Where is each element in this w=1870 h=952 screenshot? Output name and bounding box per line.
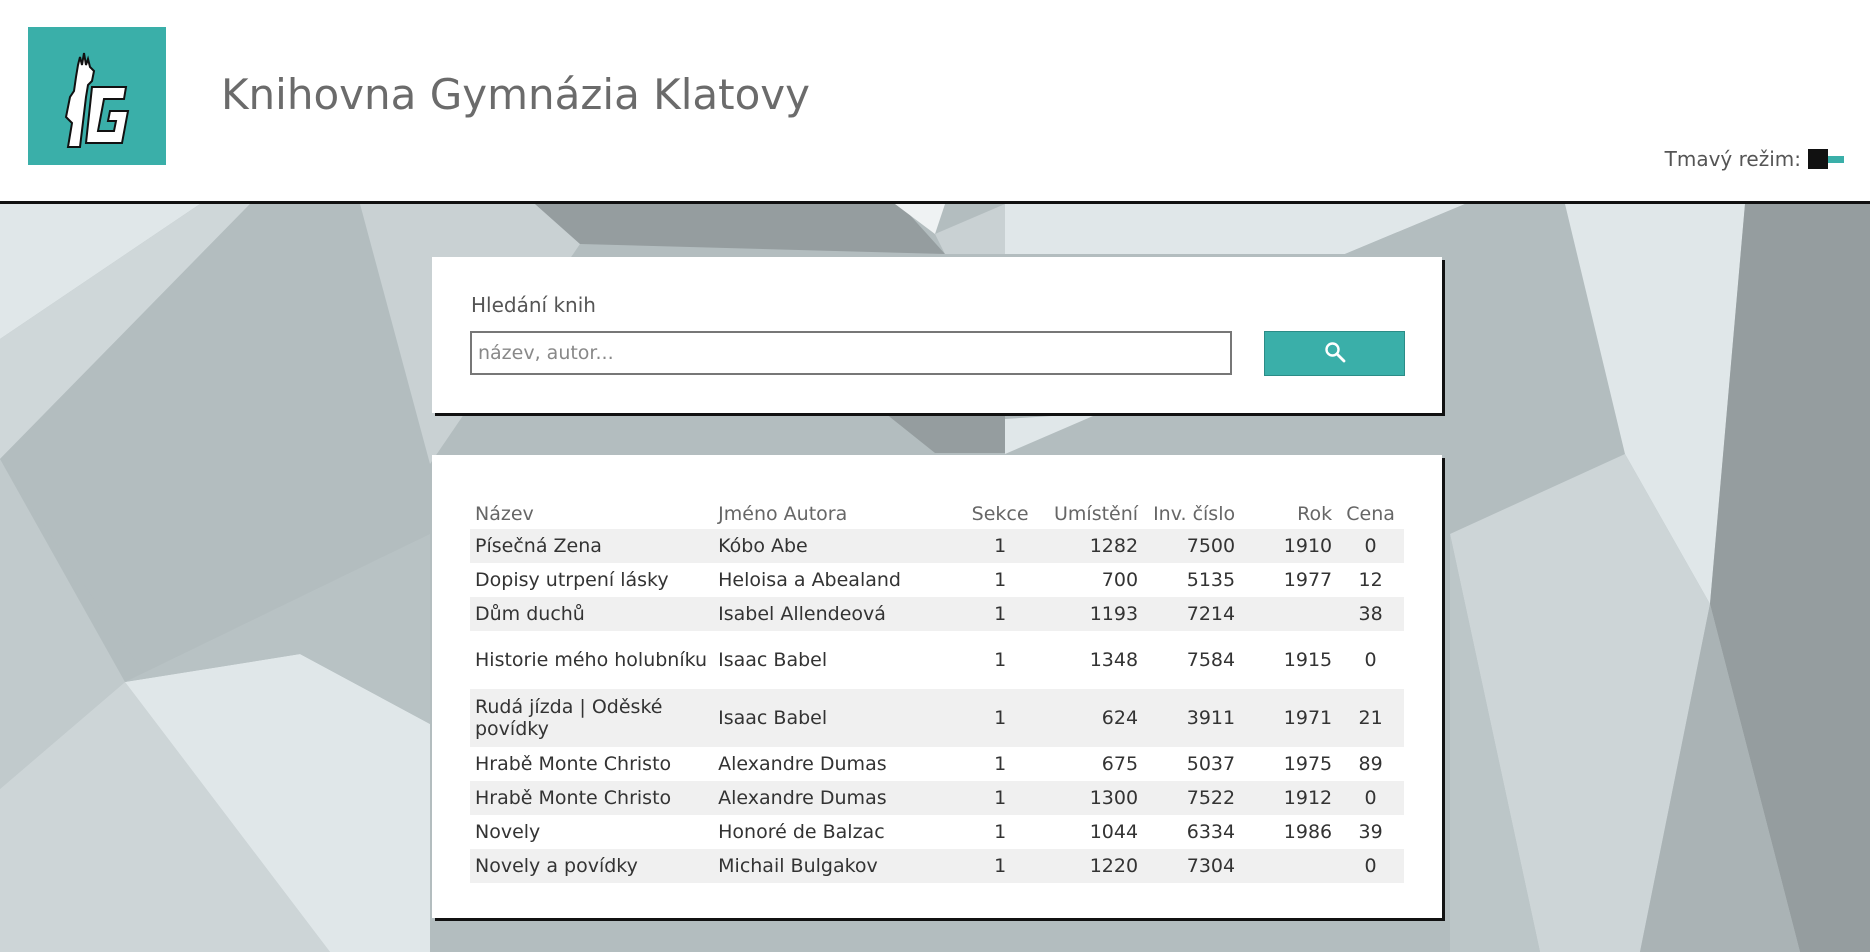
table-row[interactable]: Písečná Zena Kóbo Abe 1 1282 7500 1910 0	[470, 529, 1404, 563]
cell-title: Novely a povídky	[475, 855, 638, 877]
table-row[interactable]: Rudá jízda | Oděské povídky Isaac Babel …	[470, 689, 1404, 747]
toggle-knob	[1808, 149, 1828, 169]
cell-location: 675	[1101, 753, 1139, 775]
search-icon	[1323, 340, 1347, 368]
cell-section: 1	[994, 787, 1007, 809]
cell-title: Dopisy utrpení lásky	[475, 569, 669, 591]
table-row[interactable]: Hrabě Monte Christo Alexandre Dumas 1 67…	[470, 747, 1404, 781]
dark-mode-control: Tmavý režim:	[1665, 147, 1844, 171]
cell-price: 0	[1364, 787, 1377, 809]
cell-location: 1300	[1089, 787, 1139, 809]
table-row[interactable]: Novely a povídky Michail Bulgakov 1 1220…	[470, 849, 1404, 883]
cell-title: Hrabě Monte Christo	[475, 787, 672, 809]
cell-author: Alexandre Dumas	[718, 753, 887, 775]
cell-section: 1	[994, 753, 1007, 775]
cell-section: 1	[994, 707, 1007, 729]
cell-location: 624	[1101, 707, 1139, 729]
cell-year: 1915	[1283, 649, 1333, 671]
cell-author: Isabel Allendeová	[718, 603, 886, 625]
table-row[interactable]: Novely Honoré de Balzac 1 1044 6334 1986…	[470, 815, 1404, 849]
toggle-track	[1828, 155, 1844, 163]
cell-author: Kóbo Abe	[718, 535, 808, 557]
cell-location: 700	[1101, 569, 1139, 591]
cell-title: Novely	[475, 821, 541, 843]
cell-section: 1	[994, 821, 1007, 843]
cell-title: Historie mého holubníku	[475, 649, 708, 671]
cell-year: 1971	[1283, 707, 1333, 729]
cell-inventory-number: 7522	[1186, 787, 1236, 809]
cell-year: 1910	[1283, 535, 1333, 557]
cell-inventory-number: 3911	[1186, 707, 1236, 729]
dark-mode-label: Tmavý režim:	[1664, 147, 1801, 171]
castle-g-logo[interactable]	[28, 27, 166, 165]
cell-section: 1	[994, 603, 1007, 625]
column-header-title[interactable]: Název	[470, 490, 713, 529]
search-heading: Hledání knih	[471, 293, 596, 317]
cell-title: Písečná Zena	[475, 535, 602, 557]
cell-title: Dům duchů	[475, 603, 585, 625]
table-header-row: Název Jméno Autora Sekce Umístění Inv. č…	[470, 490, 1404, 529]
dark-mode-toggle[interactable]	[1808, 149, 1844, 169]
column-header-location[interactable]: Umístění	[1039, 490, 1143, 529]
table-row[interactable]: Dům duchů Isabel Allendeová 1 1193 7214 …	[470, 597, 1404, 631]
cell-year: 1975	[1283, 753, 1333, 775]
cell-title: Hrabě Monte Christo	[475, 753, 672, 775]
cell-author: Isaac Babel	[718, 707, 828, 729]
cell-location: 1220	[1089, 855, 1139, 877]
table-row[interactable]: Dopisy utrpení lásky Heloisa a Abealand …	[470, 563, 1404, 597]
column-header-price[interactable]: Cena	[1337, 490, 1404, 529]
cell-year: 1977	[1283, 569, 1333, 591]
cell-inventory-number: 7304	[1186, 855, 1236, 877]
cell-inventory-number: 6334	[1186, 821, 1236, 843]
site-header: Knihovna Gymnázia Klatovy Tmavý režim:	[0, 0, 1870, 204]
cell-inventory-number: 7584	[1186, 649, 1236, 671]
cell-price: 0	[1364, 535, 1377, 557]
cell-location: 1044	[1089, 821, 1139, 843]
cell-price: 0	[1364, 855, 1377, 877]
cell-author: Honoré de Balzac	[718, 821, 885, 843]
search-card: Hledání knih	[432, 257, 1442, 413]
cell-price: 89	[1358, 753, 1383, 775]
column-header-inventory-number[interactable]: Inv. číslo	[1143, 490, 1240, 529]
results-card: Název Jméno Autora Sekce Umístění Inv. č…	[432, 455, 1442, 918]
search-button[interactable]	[1264, 331, 1405, 376]
cell-author: Heloisa a Abealand	[718, 569, 901, 591]
cell-price: 12	[1358, 569, 1383, 591]
cell-section: 1	[994, 569, 1007, 591]
cell-price: 39	[1358, 821, 1383, 843]
column-header-year[interactable]: Rok	[1240, 490, 1337, 529]
cell-year: 1912	[1283, 787, 1333, 809]
cell-year: 1986	[1283, 821, 1333, 843]
cell-section: 1	[994, 855, 1007, 877]
cell-section: 1	[994, 535, 1007, 557]
books-table: Název Jméno Autora Sekce Umístění Inv. č…	[470, 490, 1404, 883]
cell-location: 1193	[1089, 603, 1139, 625]
cell-inventory-number: 5037	[1186, 753, 1236, 775]
cell-price: 38	[1358, 603, 1383, 625]
column-header-section[interactable]: Sekce	[962, 490, 1039, 529]
cell-author: Michail Bulgakov	[718, 855, 878, 877]
cell-section: 1	[994, 649, 1007, 671]
cell-price: 0	[1364, 649, 1377, 671]
cell-author: Alexandre Dumas	[718, 787, 887, 809]
cell-price: 21	[1358, 707, 1383, 729]
cell-inventory-number: 5135	[1186, 569, 1236, 591]
search-input[interactable]	[470, 331, 1232, 375]
column-header-author[interactable]: Jméno Autora	[713, 490, 961, 529]
table-row[interactable]: Hrabě Monte Christo Alexandre Dumas 1 13…	[470, 781, 1404, 815]
cell-inventory-number: 7500	[1186, 535, 1236, 557]
cell-author: Isaac Babel	[718, 649, 828, 671]
cell-location: 1348	[1089, 649, 1139, 671]
site-title: Knihovna Gymnázia Klatovy	[221, 70, 811, 119]
cell-inventory-number: 7214	[1186, 603, 1236, 625]
table-row[interactable]: Historie mého holubníku Isaac Babel 1 13…	[470, 631, 1404, 689]
cell-year	[1240, 597, 1337, 631]
cell-location: 1282	[1089, 535, 1139, 557]
cell-year	[1240, 849, 1337, 883]
cell-title: Rudá jízda | Oděské povídky	[475, 696, 663, 740]
